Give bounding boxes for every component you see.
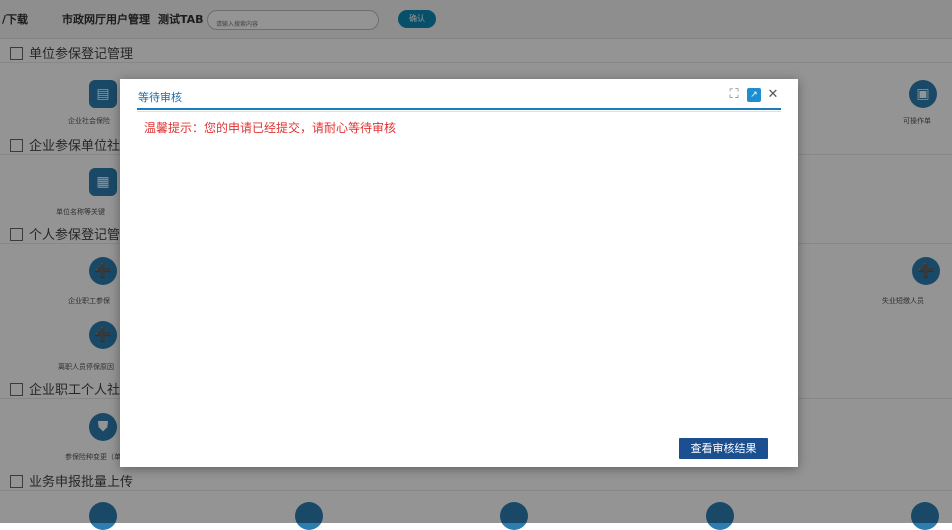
fullscreen-icon[interactable]: ⛶ bbox=[726, 87, 742, 103]
notice-text: 温馨提示：您的申请已经提交，请耐心等待审核 bbox=[144, 121, 397, 135]
close-icon[interactable]: ✕ bbox=[766, 87, 780, 103]
popout-icon[interactable]: ↗ bbox=[747, 88, 761, 102]
waiting-review-dialog: 等待审核 ⛶ ↗ ✕ 温馨提示：您的申请已经提交，请耐心等待审核 查看审核结果 bbox=[120, 79, 798, 467]
title-divider bbox=[137, 108, 781, 110]
view-review-result-button[interactable]: 查看审核结果 bbox=[679, 438, 768, 459]
dialog-title: 等待审核 bbox=[138, 91, 182, 104]
title-divider-light bbox=[137, 111, 781, 112]
